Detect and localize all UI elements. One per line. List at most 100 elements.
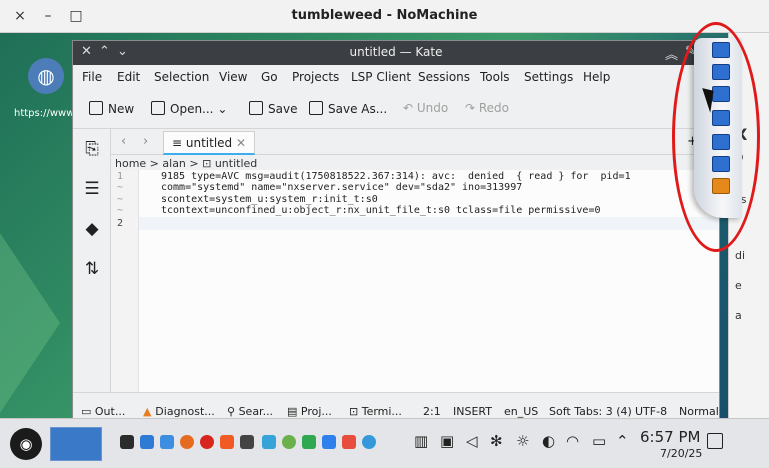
line-number: 2 <box>117 218 124 229</box>
menu-help[interactable]: Help <box>583 70 610 84</box>
tool-sidebar: ⎘ ☰ ◆ ⇅ <box>73 129 111 392</box>
bg-window-text-4: di <box>735 249 746 262</box>
chevron-left-icon[interactable]: ‹ <box>121 134 126 149</box>
menu-sessions[interactable]: Sessions <box>418 70 470 84</box>
dictionary-language[interactable]: en_US <box>504 405 538 418</box>
new-button-label: New <box>108 102 135 116</box>
search-panel-button[interactable]: ⚲ Sear... <box>227 405 273 418</box>
app-icon-document[interactable] <box>322 435 336 449</box>
app-icon-media[interactable] <box>240 435 254 449</box>
code-line: 9185 type=AVC msg=audit(1750818522.367:3… <box>161 171 631 182</box>
input-mode[interactable]: INSERT <box>453 405 492 418</box>
menu-projects[interactable]: Projects <box>292 70 339 84</box>
terminal-panel-button[interactable]: ⊡ Termi... <box>349 405 402 418</box>
chevron-down-icon[interactable]: ⌄ <box>217 102 227 116</box>
app-icon-folder[interactable] <box>160 435 174 449</box>
documents-icon[interactable]: ⎘ <box>82 139 102 159</box>
open-document-icon <box>151 101 165 115</box>
mute-icon[interactable]: ◁ <box>466 432 478 450</box>
menu-lsp-client[interactable]: LSP Client <box>351 70 411 84</box>
app-icon-nomachine[interactable] <box>362 435 376 449</box>
indentation-settings[interactable]: Soft Tabs: 3 (4) <box>549 405 632 418</box>
brightness-icon[interactable]: ☼ <box>516 432 529 450</box>
kate-maximize-icon[interactable]: ︽ <box>665 44 678 63</box>
line-number-gutter <box>111 170 139 392</box>
tab-close-icon[interactable]: ✕ <box>236 136 246 150</box>
chat-icon: ▭ <box>81 405 95 418</box>
kate-window: ✕ ⌃ ⌄ untitled — Kate ︽ ✎ File Edit Sele… <box>72 40 720 428</box>
search-icon: ⚲ <box>227 405 239 418</box>
brave-icon[interactable] <box>220 435 234 449</box>
desktop-icon-label[interactable]: https://www.linkedin.com <box>14 107 74 120</box>
kate-window-title: untitled — Kate <box>349 45 443 59</box>
cursor-position[interactable]: 2:1 <box>423 405 441 418</box>
line-number: ~ <box>117 194 124 205</box>
menu-settings[interactable]: Settings <box>524 70 573 84</box>
search-label: Sear... <box>238 405 274 418</box>
opera-icon[interactable] <box>200 435 214 449</box>
application-launcher-icon[interactable]: ◉ <box>10 428 42 460</box>
document-icon: ≡ <box>172 136 186 150</box>
firefox-icon[interactable] <box>180 435 194 449</box>
code-line: tcontext=unconfined_u:object_r:nx_unit_f… <box>161 205 601 216</box>
bluetooth-icon[interactable]: ✻ <box>490 432 503 450</box>
battery-icon[interactable]: ▭ <box>592 432 606 450</box>
show-desktop-icon[interactable] <box>707 433 723 449</box>
open-button[interactable]: Open... ⌄ <box>151 101 227 116</box>
new-button[interactable]: New <box>89 101 134 116</box>
chevron-up-icon[interactable]: ⌃ <box>616 432 629 450</box>
git-icon[interactable]: ◆ <box>82 219 102 239</box>
menu-tools[interactable]: Tools <box>480 70 510 84</box>
wifi-icon[interactable]: ◠ <box>566 432 579 450</box>
menu-edit[interactable]: Edit <box>117 70 140 84</box>
terminal-label: Termi... <box>361 405 402 418</box>
clock-date[interactable]: 7/20/25 <box>660 447 702 460</box>
save-button[interactable]: Save <box>249 101 297 116</box>
main-toolbar: New Open... ⌄ Save Save As... ↶ Undo ↷ R… <box>73 89 719 129</box>
app-icon-vivaldi[interactable] <box>282 435 296 449</box>
window-preview[interactable] <box>50 427 102 461</box>
app-icon-settings[interactable] <box>262 435 276 449</box>
current-line-highlight <box>139 217 719 230</box>
new-document-icon <box>89 101 103 115</box>
symbols-icon[interactable]: ⇅ <box>82 259 102 279</box>
bg-window-text-5: e <box>735 279 742 292</box>
text-editor[interactable]: 1 9185 type=AVC msg=audit(1750818522.367… <box>111 170 719 392</box>
undo-button[interactable]: ↶ Undo <box>403 101 448 115</box>
tab-untitled[interactable]: ≡ untitled ✕ <box>163 131 256 155</box>
taskbar: ◉ ▥ ▣ ◁ ✻ ☼ ◐ ◠ ▭ ⌃ 6:57 PM 7/20/25 <box>0 418 769 468</box>
terminal-icon: ⊡ <box>349 405 362 418</box>
diagnostics-panel-button[interactable]: ▲ Diagnost... <box>143 405 215 418</box>
save-icon <box>249 101 263 115</box>
volume-icon[interactable]: ◐ <box>542 432 555 450</box>
save-as-button[interactable]: Save As... <box>309 101 387 116</box>
tab-untitled-label: untitled <box>185 136 233 150</box>
clipboard-icon[interactable]: ▣ <box>440 432 454 450</box>
view-mode[interactable]: Normal <box>679 405 719 418</box>
tab-bar: ‹ › ≡ untitled ✕ + <box>111 129 719 155</box>
menu-selection[interactable]: Selection <box>154 70 209 84</box>
line-number: ~ <box>117 182 124 193</box>
browser-icon[interactable]: ◍ <box>28 58 64 94</box>
menu-bar: File Edit Selection View Go Projects LSP… <box>73 65 719 89</box>
redo-button[interactable]: ↷ Redo <box>465 101 509 115</box>
chevron-right-icon[interactable]: › <box>143 134 148 149</box>
project-icon: ▤ <box>287 405 301 418</box>
encoding[interactable]: UTF-8 <box>635 405 667 418</box>
undo-button-label: Undo <box>416 101 449 115</box>
breadcrumb[interactable]: home > alan > ⊡ untitled <box>115 157 257 170</box>
equalizer-icon[interactable]: ▥ <box>414 432 428 450</box>
app-icon-mail[interactable] <box>342 435 356 449</box>
app-icon-terminal[interactable] <box>120 435 134 449</box>
warning-icon: ▲ <box>143 405 156 418</box>
projects-icon[interactable]: ☰ <box>82 179 102 199</box>
menu-view[interactable]: View <box>219 70 247 84</box>
menu-go[interactable]: Go <box>261 70 278 84</box>
app-icon-spreadsheet[interactable] <box>302 435 316 449</box>
output-panel-button[interactable]: ▭ Out... <box>81 405 125 418</box>
app-icon-files[interactable] <box>140 435 154 449</box>
menu-file[interactable]: File <box>82 70 102 84</box>
projects-panel-button[interactable]: ▤ Proj... <box>287 405 332 418</box>
clock-time[interactable]: 6:57 PM <box>640 428 700 446</box>
redo-button-label: Redo <box>478 101 510 115</box>
